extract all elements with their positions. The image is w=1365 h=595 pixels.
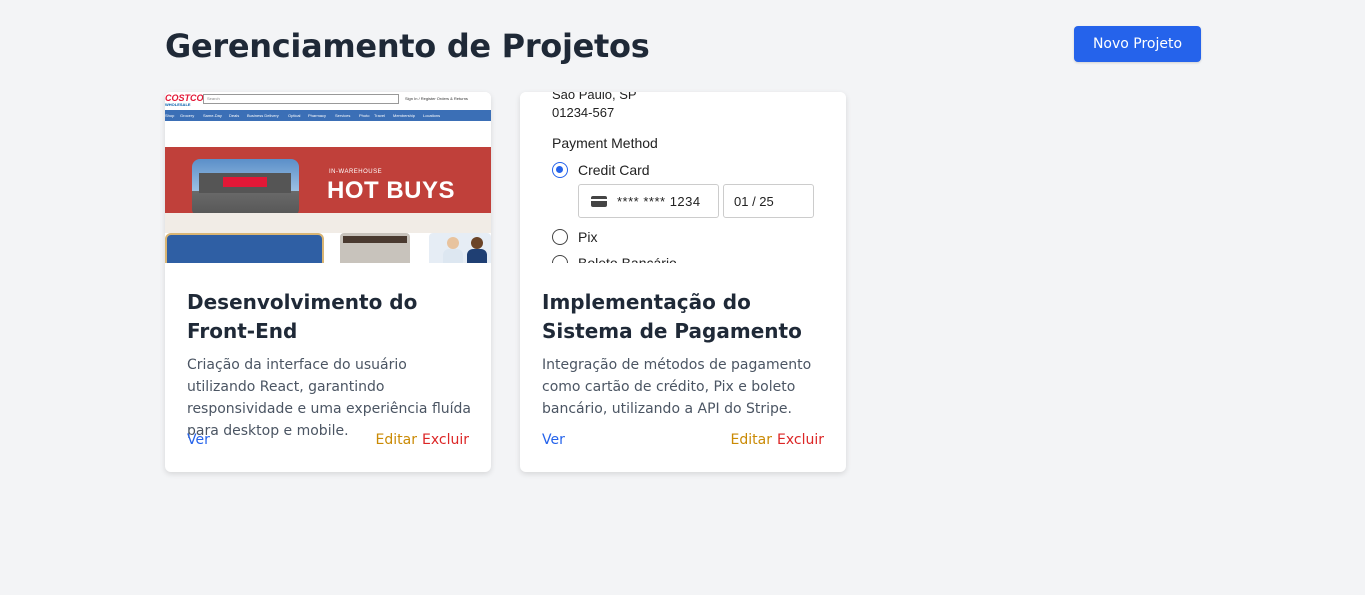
page-title: Gerenciamento de Projetos bbox=[165, 27, 650, 65]
costco-logo-sub: WHOLESALE bbox=[165, 102, 191, 107]
card-title: Desenvolvimento do Front-End bbox=[187, 290, 418, 343]
costco-nav-item: Grocery bbox=[180, 113, 195, 118]
costco-nav-item: Business Delivery bbox=[247, 113, 279, 118]
project-card-frontend: COSTCO WHOLESALE Search Sign In / Regist… bbox=[165, 92, 491, 472]
person-head bbox=[447, 237, 459, 249]
card-actions: Ver Editar Excluir bbox=[542, 432, 824, 452]
page-header: Gerenciamento de Projetos Novo Projeto bbox=[165, 26, 1201, 65]
costco-nav-item: Shop bbox=[165, 113, 175, 118]
payment-method-label: Payment Method bbox=[552, 135, 658, 151]
costco-header: COSTCO WHOLESALE Search Sign In / Regist… bbox=[165, 92, 491, 110]
tile-detail bbox=[343, 236, 407, 243]
address-city: São Paulo, SP bbox=[552, 92, 637, 102]
card-actions: Ver Editar Excluir bbox=[187, 432, 469, 452]
costco-promo-tile bbox=[340, 233, 410, 263]
costco-top-links: Sign In / Register Orders & Returns bbox=[405, 96, 468, 101]
radio-boleto bbox=[552, 255, 568, 263]
banner-title: HOT BUYS bbox=[327, 177, 456, 204]
project-thumbnail-payment: São Paulo, SP 01234-567 Payment Method C… bbox=[520, 92, 846, 263]
person-body bbox=[443, 249, 463, 263]
expiry-field: 01 / 25 bbox=[723, 184, 814, 218]
costco-nav-item: Pharmacy bbox=[308, 113, 327, 118]
card-body: Desenvolvimento do Front-End Criação da … bbox=[187, 288, 477, 442]
edit-link[interactable]: Editar bbox=[731, 432, 772, 448]
costco-store-sign bbox=[223, 177, 267, 187]
costco-nav-item: Travel bbox=[374, 113, 385, 118]
costco-nav-item: Optical bbox=[288, 113, 301, 118]
card-body: Implementação do Sistema de Pagamento In… bbox=[542, 288, 832, 420]
view-link[interactable]: Ver bbox=[187, 432, 210, 448]
costco-nav-item: Membership bbox=[393, 113, 416, 118]
costco-nav-item: Deals bbox=[229, 113, 240, 118]
new-project-button[interactable]: Novo Projeto bbox=[1074, 26, 1201, 62]
card-number-value: **** **** 1234 bbox=[617, 194, 701, 209]
card-number-field: **** **** 1234 bbox=[578, 184, 719, 218]
costco-search-placeholder: Search bbox=[207, 96, 220, 101]
costco-nav-item: Same-Day bbox=[203, 113, 222, 118]
card-title: Implementação do Sistema de Pagamento bbox=[542, 290, 802, 343]
person-body bbox=[467, 249, 487, 263]
costco-banner-footer bbox=[165, 213, 491, 233]
costco-nav: Shop Grocery Same-Day Deals Business Del… bbox=[165, 110, 491, 121]
address-zip: 01234-567 bbox=[552, 105, 615, 120]
project-card-payment: São Paulo, SP 01234-567 Payment Method C… bbox=[520, 92, 846, 472]
costco-nav-item: Services bbox=[335, 113, 351, 118]
banner-kicker: IN-WAREHOUSE bbox=[329, 169, 383, 175]
option-boleto-label: Boleto Bancário bbox=[578, 255, 677, 263]
delete-link[interactable]: Excluir bbox=[422, 432, 469, 448]
option-credit-card-label: Credit Card bbox=[578, 162, 650, 178]
costco-nav-item: Locations bbox=[423, 113, 441, 118]
costco-promo-tile bbox=[429, 233, 491, 263]
card-description: Criação da interface do usuário utilizan… bbox=[187, 357, 472, 439]
card-description: Integração de métodos de pagamento como … bbox=[542, 357, 812, 417]
costco-nav-item: Photo bbox=[359, 113, 370, 118]
costco-search-box: Search bbox=[203, 94, 399, 104]
person-head bbox=[471, 237, 483, 249]
radio-pix bbox=[552, 229, 568, 245]
delete-link[interactable]: Excluir bbox=[777, 432, 824, 448]
expiry-value: 01 / 25 bbox=[734, 194, 774, 209]
edit-link[interactable]: Editar bbox=[376, 432, 417, 448]
project-thumbnail-costco: COSTCO WHOLESALE Search Sign In / Regist… bbox=[165, 92, 491, 263]
costco-subheader bbox=[165, 121, 491, 147]
radio-credit-card bbox=[552, 162, 568, 178]
option-pix-label: Pix bbox=[578, 229, 598, 245]
credit-card-icon bbox=[591, 196, 607, 207]
costco-promo-tile bbox=[165, 233, 324, 263]
costco-hot-buys-banner: IN-WAREHOUSE HOT BUYS bbox=[165, 147, 491, 217]
payment-form-preview: São Paulo, SP 01234-567 Payment Method C… bbox=[552, 92, 832, 263]
view-link[interactable]: Ver bbox=[542, 432, 565, 448]
